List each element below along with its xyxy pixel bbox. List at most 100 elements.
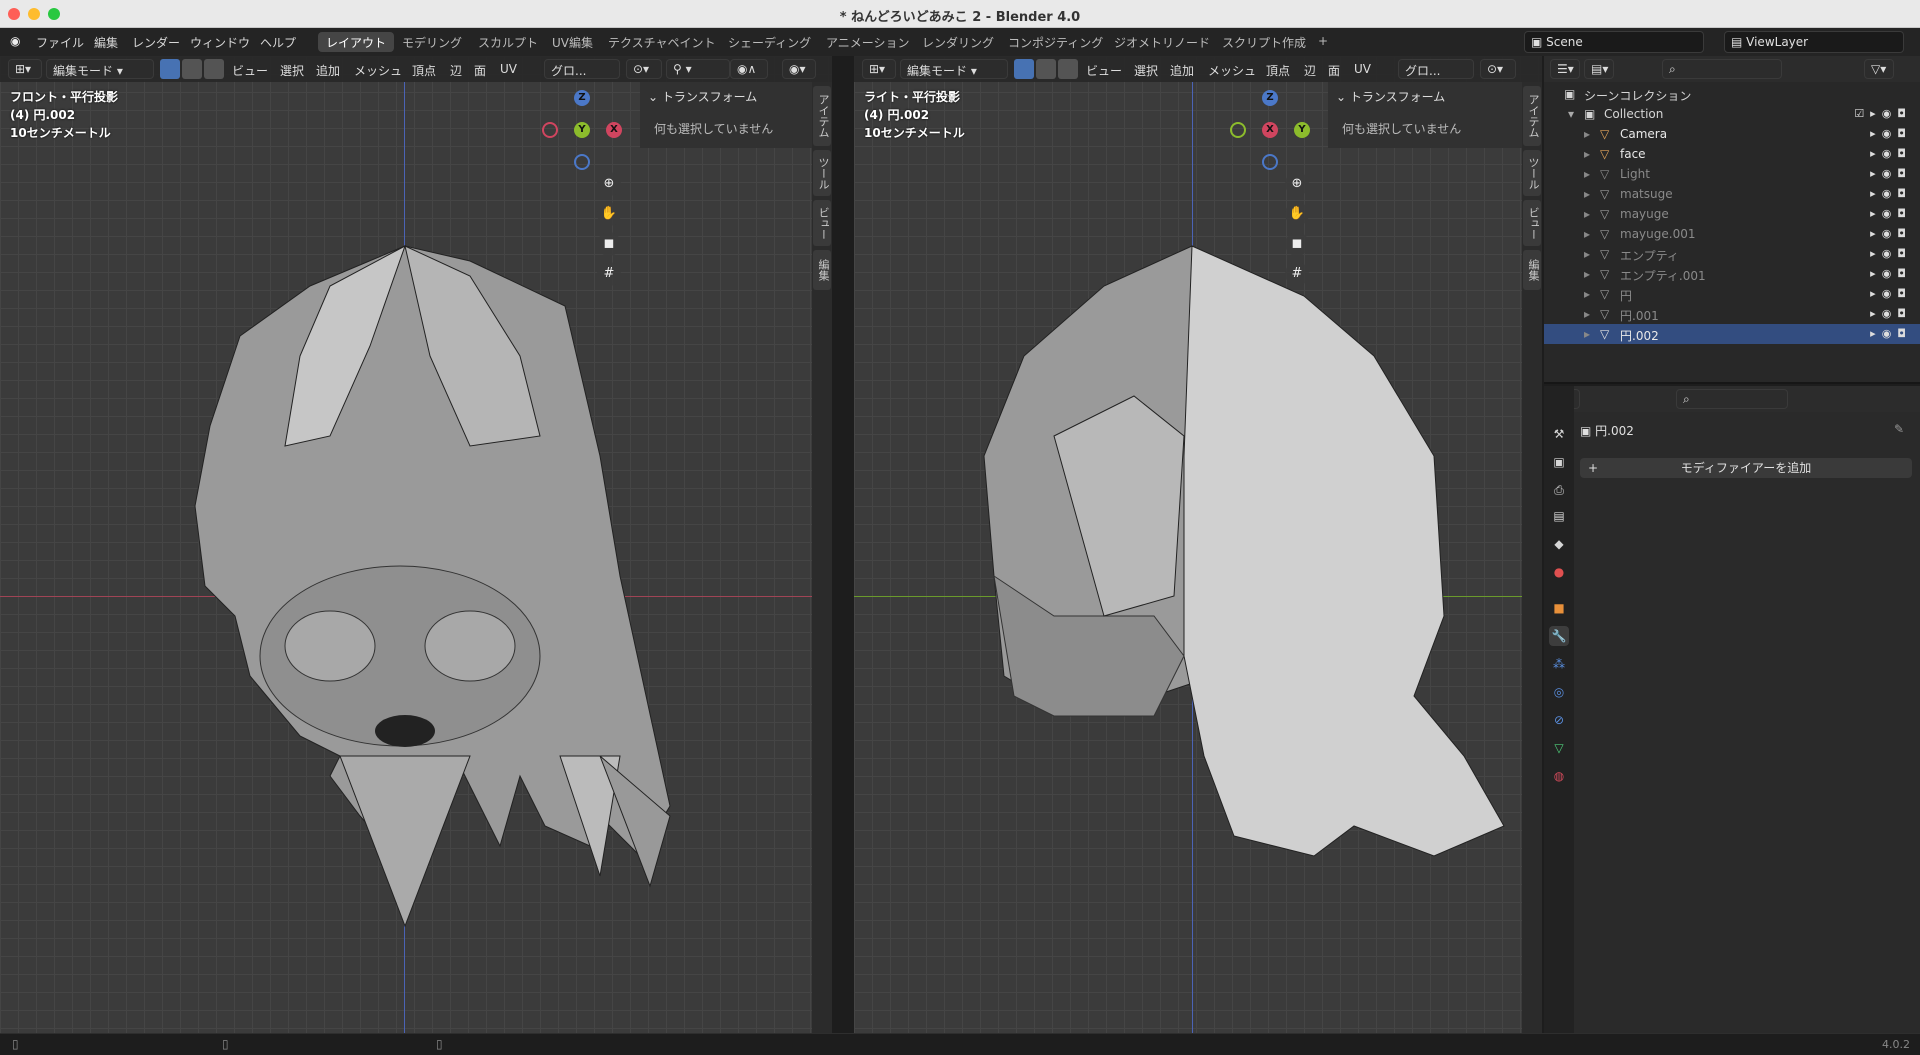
gizmo-neg-z-axis[interactable]	[1262, 154, 1278, 170]
outliner-display-mode-button[interactable]: ▤▾	[1584, 59, 1614, 79]
grid-view-icon[interactable]: #	[597, 262, 621, 286]
pin-icon[interactable]: ✎	[1894, 422, 1904, 436]
outliner-item[interactable]: ▸ ▽ エンプティ ▸◉◘	[1544, 244, 1920, 264]
snap-button[interactable]: ⚲ ▾	[666, 59, 730, 79]
transform-orientation-selector[interactable]: グロ...	[1398, 59, 1474, 79]
material-tab-icon[interactable]: ◍	[1549, 766, 1569, 786]
menu-select[interactable]: 選択	[280, 62, 304, 79]
mode-selector[interactable]: 編集モード ▾	[46, 59, 154, 79]
menu-mesh[interactable]: メッシュ	[1208, 62, 1256, 79]
vertex-select-button[interactable]	[1014, 59, 1034, 79]
menu-vertex[interactable]: 頂点	[1266, 62, 1290, 79]
editor-type-button[interactable]: ⊞▾	[862, 59, 896, 79]
visibility-toggle-icons[interactable]: ▸◉◘	[1870, 327, 1912, 340]
expand-arrow-icon[interactable]: ▸	[1584, 187, 1590, 201]
menu-add[interactable]: 追加	[316, 62, 340, 79]
menu-window[interactable]: ウィンドウ	[190, 34, 250, 51]
physics-tab-icon[interactable]: ◎	[1549, 682, 1569, 702]
menu-add[interactable]: 追加	[1170, 62, 1194, 79]
visibility-toggle-icons[interactable]: ▸◉◘	[1870, 187, 1912, 200]
camera-view-icon[interactable]: ◼	[597, 232, 621, 256]
tab-geometry-nodes[interactable]: ジオメトリノード	[1106, 32, 1218, 52]
gizmo-x-axis[interactable]: X	[1262, 122, 1278, 138]
zoom-icon[interactable]: ⊕	[1285, 172, 1309, 196]
pan-hand-icon[interactable]: ✋	[597, 202, 621, 226]
hair-mesh-front[interactable]	[0, 56, 812, 1033]
outliner-item[interactable]: ▸ ▽ 円.001 ▸◉◘	[1544, 304, 1920, 324]
add-workspace-button[interactable]: +	[1310, 32, 1336, 52]
face-select-button[interactable]	[1058, 59, 1078, 79]
tab-modeling[interactable]: モデリング	[394, 32, 470, 52]
collapse-arrow-icon[interactable]: ▾	[1568, 107, 1574, 121]
properties-search-input[interactable]: ⌕	[1676, 389, 1788, 409]
scene-selector[interactable]: ▣ Scene	[1524, 31, 1704, 53]
zoom-icon[interactable]: ⊕	[597, 172, 621, 196]
expand-arrow-icon[interactable]: ▸	[1584, 267, 1590, 281]
outliner-collection[interactable]: ▾ ▣ Collection ☑▸◉◘	[1544, 104, 1920, 124]
viewport-right[interactable]: ⊞▾ 編集モード ▾ ビュー 選択 追加 メッシュ 頂点 辺 面 UV グロ..…	[854, 56, 1542, 1033]
visibility-toggle-icons[interactable]: ▸◉◘	[1870, 307, 1912, 320]
output-tab-icon[interactable]: ⎙	[1549, 480, 1569, 500]
visibility-toggle-icons[interactable]: ▸◉◘	[1870, 147, 1912, 160]
tab-uv-editing[interactable]: UV編集	[544, 32, 601, 52]
expand-arrow-icon[interactable]: ▸	[1584, 327, 1590, 341]
menu-face[interactable]: 面	[1328, 62, 1340, 79]
tab-animation[interactable]: アニメーション	[818, 32, 918, 52]
visibility-toggle-icons[interactable]: ▸◉◘	[1870, 287, 1912, 300]
tab-rendering[interactable]: レンダリング	[914, 32, 1002, 52]
view-layer-selector[interactable]: ▤ ViewLayer	[1724, 31, 1904, 53]
menu-uv[interactable]: UV	[1354, 62, 1371, 76]
outliner-item[interactable]: ▸ ▽ 円.002 ▸◉◘	[1544, 324, 1920, 344]
sidebar-tab-view[interactable]: ビュー	[1523, 200, 1541, 246]
expand-arrow-icon[interactable]: ▸	[1584, 247, 1590, 261]
mesh-data-tab-icon[interactable]: ▽	[1549, 738, 1569, 758]
visibility-toggle-icons[interactable]: ▸◉◘	[1870, 167, 1912, 180]
sidebar-tab-view[interactable]: ビュー	[813, 200, 831, 246]
menu-select[interactable]: 選択	[1134, 62, 1158, 79]
tool-tab-icon[interactable]: ⚒	[1549, 424, 1569, 444]
expand-arrow-icon[interactable]: ▸	[1584, 127, 1590, 141]
gizmo-z-axis[interactable]: Z	[574, 90, 590, 106]
outliner-item[interactable]: ▸ ▽ mayuge ▸◉◘	[1544, 204, 1920, 224]
transform-panel-header[interactable]: ⌄ トランスフォーム	[1336, 88, 1445, 105]
expand-arrow-icon[interactable]: ▸	[1584, 287, 1590, 301]
editor-type-button[interactable]: ⊞▾	[8, 59, 42, 79]
face-select-button[interactable]	[204, 59, 224, 79]
camera-view-icon[interactable]: ◼	[1285, 232, 1309, 256]
viewport-front[interactable]: ⊞▾ 編集モード ▾ ビュー 選択 追加 メッシュ 頂点 辺 面 UV グロ..…	[0, 56, 832, 1033]
sidebar-tab-item[interactable]: アイテム	[1523, 86, 1541, 146]
edge-select-button[interactable]	[1036, 59, 1056, 79]
modifier-wrench-icon[interactable]: 🔧	[1549, 626, 1569, 646]
menu-view[interactable]: ビュー	[1086, 62, 1122, 79]
visibility-toggle-icons[interactable]: ▸◉◘	[1870, 127, 1912, 140]
tab-scripting[interactable]: スクリプト作成	[1214, 32, 1314, 52]
particles-tab-icon[interactable]: ⁂	[1549, 654, 1569, 674]
constraints-tab-icon[interactable]: ⊘	[1549, 710, 1569, 730]
menu-mesh[interactable]: メッシュ	[354, 62, 402, 79]
outliner-item[interactable]: ▸ ▽ mayuge.001 ▸◉◘	[1544, 224, 1920, 244]
gizmo-y-axis[interactable]: Y	[1294, 122, 1310, 138]
outliner-item[interactable]: ▸ ▽ face ▸◉◘	[1544, 144, 1920, 164]
menu-help[interactable]: ヘルプ	[260, 34, 296, 51]
visibility-toggle-icons[interactable]: ▸◉◘	[1870, 227, 1912, 240]
add-modifier-button[interactable]: + モディファイアーを追加	[1580, 458, 1912, 478]
sidebar-tab-item[interactable]: アイテム	[813, 86, 831, 146]
outliner-editor-type-button[interactable]: ☰▾	[1550, 59, 1580, 79]
tab-shading[interactable]: シェーディング	[720, 32, 819, 52]
gizmo-neg-x-axis[interactable]	[542, 122, 558, 138]
tab-texture-paint[interactable]: テクスチャペイント	[600, 32, 724, 52]
outliner-item[interactable]: ▸ ▽ Light ▸◉◘	[1544, 164, 1920, 184]
expand-arrow-icon[interactable]: ▸	[1584, 147, 1590, 161]
visibility-toggle-icons[interactable]: ▸◉◘	[1870, 247, 1912, 260]
overlay-visibility-button[interactable]: ◉▾	[782, 59, 816, 79]
outliner-item[interactable]: ▸ ▽ 円 ▸◉◘	[1544, 284, 1920, 304]
menu-view[interactable]: ビュー	[232, 62, 268, 79]
gizmo-neg-z-axis[interactable]	[574, 154, 590, 170]
outliner-item[interactable]: ▸ ▽ Camera ▸◉◘	[1544, 124, 1920, 144]
pivot-point-button[interactable]: ⊙▾	[1480, 59, 1516, 79]
menu-render[interactable]: レンダー	[132, 34, 180, 51]
render-tab-icon[interactable]: ▣	[1549, 452, 1569, 472]
collection-visibility-icons[interactable]: ☑▸◉◘	[1854, 107, 1912, 120]
outliner-item[interactable]: ▸ ▽ エンプティ.001 ▸◉◘	[1544, 264, 1920, 284]
menu-vertex[interactable]: 頂点	[412, 62, 436, 79]
